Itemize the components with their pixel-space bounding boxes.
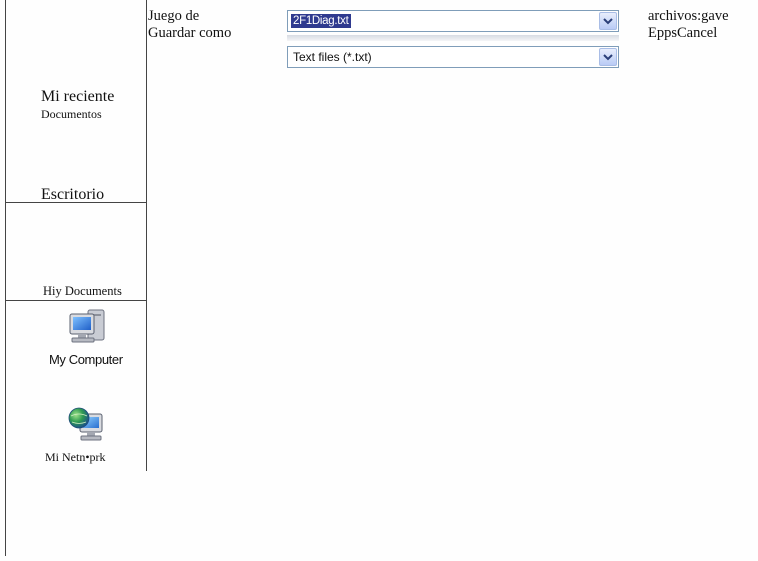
combo-separator — [287, 35, 619, 41]
place-my-network-label: Mi Netn•prk — [45, 450, 106, 464]
place-recent-label: Mi reciente — [41, 88, 115, 105]
save-in-label-line1: Juego de — [148, 8, 200, 24]
filename-dropdown-button[interactable] — [599, 12, 617, 30]
places-bar: Mi reciente Documentos Escritorio Hiy Do… — [5, 0, 147, 556]
filetype-dropdown-button[interactable] — [599, 48, 617, 66]
dialog-buttons: archivos:gave EppsCancel — [648, 8, 729, 42]
filetype-value: Text files (*.txt) — [293, 50, 372, 64]
filetype-combobox[interactable]: Text files (*.txt) — [287, 46, 619, 68]
chevron-down-icon — [603, 17, 613, 24]
filename-combobox[interactable]: 2F1Diag.txt — [287, 10, 619, 32]
place-my-computer-label: My Computer — [49, 352, 123, 367]
place-my-network[interactable]: Mi Netn•prk — [42, 404, 142, 465]
place-desktop[interactable]: Escritorio — [41, 186, 104, 204]
place-recent-sublabel: Documentos — [41, 107, 102, 121]
place-recent-documents[interactable]: Mi reciente Documentos — [41, 88, 114, 122]
save-as-label: Guardar como — [148, 25, 232, 41]
save-button[interactable]: archivos:gave — [648, 8, 729, 25]
place-my-documents[interactable]: Hiy Documents — [43, 284, 122, 298]
chevron-down-icon — [603, 53, 613, 60]
filename-value[interactable]: 2F1Diag.txt — [291, 14, 351, 28]
network-globe-icon — [68, 407, 103, 441]
cancel-button[interactable]: EppsCancel — [648, 25, 729, 42]
save-dialog: Mi reciente Documentos Escritorio Hiy Do… — [0, 0, 758, 561]
save-in-label: Juego de Guardar como — [148, 8, 231, 42]
place-my-computer[interactable]: My Computer — [46, 308, 146, 367]
computer-icon — [69, 309, 105, 343]
